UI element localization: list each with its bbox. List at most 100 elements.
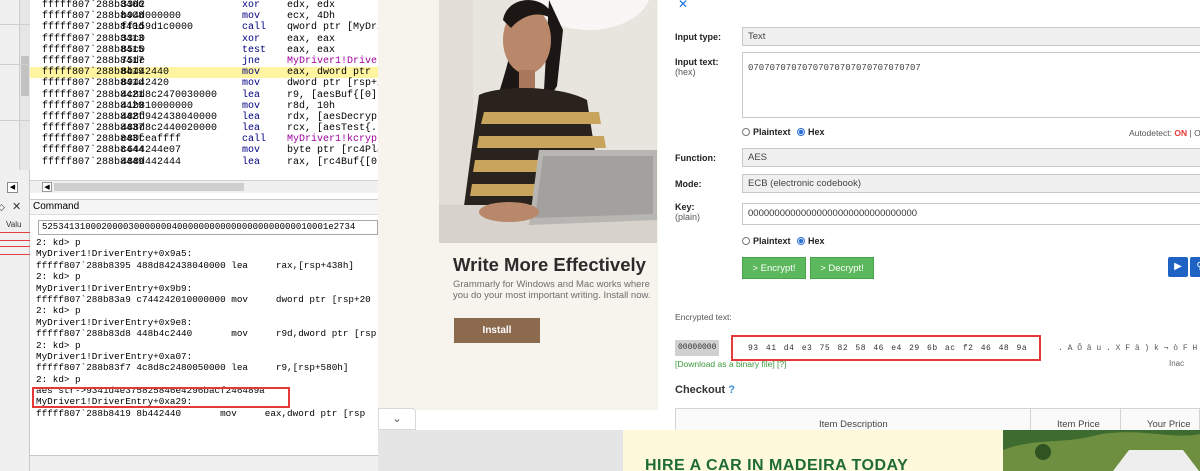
plaintext-radio[interactable] bbox=[742, 237, 750, 245]
output-line: MyDriver1!DriverEntry+0x9a5: bbox=[36, 248, 193, 260]
car-hire-banner[interactable]: HIRE A CAR IN MADEIRA TODAY bbox=[623, 430, 1200, 471]
disasm-bytes: b94d000000 bbox=[121, 11, 182, 23]
disasm-row[interactable]: fffff807`288b8415 85c0 test eax, eax bbox=[30, 45, 378, 56]
ad-panel: Write More Effectively Grammarly for Win… bbox=[378, 0, 658, 410]
ad-subtitle: Grammarly for Windows and Mac works wher… bbox=[453, 279, 651, 301]
disasm-row[interactable]: fffff807`288b843f e80ceaffff call MyDriver1… bbox=[30, 134, 378, 145]
input-format-radios: Plaintext Hex bbox=[742, 127, 825, 137]
disasm-mnemonic: mov bbox=[242, 67, 261, 79]
command-bottom-bar bbox=[30, 455, 378, 471]
disasm-row[interactable]: fffff807`288b842f 488d942438040000 lea rdx,… bbox=[30, 112, 378, 123]
disasm-row[interactable]: fffff807`288b8437 488d8c2440020000 lea rcx,… bbox=[30, 123, 378, 134]
disasm-mnemonic: mov bbox=[242, 78, 261, 90]
disasm-row[interactable]: fffff807`288b8429 41b810000000 mov r8d, 10h bbox=[30, 101, 378, 112]
disasm-operand: r8d, 10h bbox=[287, 100, 336, 112]
aes-result-highlight bbox=[32, 387, 290, 408]
disasm-row[interactable]: fffff807`288b8421 4c8d8c2470030000 lea r9, … bbox=[30, 90, 378, 101]
disasm-mnemonic: test bbox=[242, 44, 267, 56]
disasm-mnemonic: mov bbox=[242, 100, 261, 112]
command-window-title: Command bbox=[30, 199, 378, 215]
disasm-row[interactable]: fffff807`288b8449 488d442444 lea rax, [rc4B… bbox=[30, 157, 378, 168]
disasm-mnemonic: xor bbox=[242, 33, 261, 45]
vertical-scrollbar[interactable] bbox=[19, 0, 30, 170]
autodetect[interactable]: Autodetect: ON | O bbox=[1129, 128, 1200, 138]
collapse-chevron-icon[interactable]: ⌄ bbox=[378, 408, 416, 430]
output-line: 2: kd> p bbox=[36, 271, 81, 283]
output-line: MyDriver1!DriverEntry+0x9b9: bbox=[36, 282, 193, 294]
disassembly-view[interactable]: fffff807`288b8406 33d2 xor edx, edx fffff807… bbox=[30, 0, 378, 180]
mode-select[interactable]: ECB (electronic codebook) bbox=[742, 174, 1200, 193]
disasm-row[interactable]: fffff807`288b8419 8b442440 mov eax, dword p… bbox=[30, 67, 378, 79]
play-icon[interactable]: ▶ bbox=[1168, 257, 1188, 277]
search-icon[interactable]: ⚲ bbox=[1190, 257, 1200, 277]
input-text-label: Input text: (hex) bbox=[675, 57, 719, 77]
install-button[interactable]: Install bbox=[454, 318, 540, 343]
mode-label: Mode: bbox=[675, 179, 702, 189]
disasm-operand: ecx, 4Dh bbox=[287, 11, 336, 23]
disasm-bytes: 4c8d8c2470030000 bbox=[121, 89, 218, 101]
disasm-bytes: ff159d1c0000 bbox=[121, 22, 194, 34]
encrypt-button[interactable]: > Encrypt! bbox=[742, 257, 806, 279]
disasm-mnemonic: lea bbox=[242, 89, 261, 101]
disasm-mnemonic: xor bbox=[242, 0, 261, 11]
disasm-mnemonic: call bbox=[242, 22, 267, 34]
disasm-operand: MyDriver1!kcrypt bbox=[287, 134, 378, 146]
disasm-bytes: 8b442440 bbox=[121, 67, 170, 79]
disasm-operand: edx, edx bbox=[287, 0, 336, 11]
disasm-operand: rdx, [aesDecrypt bbox=[287, 111, 378, 123]
scroll-left-icon[interactable]: ◀ bbox=[7, 182, 18, 193]
disasm-operand: byte ptr [rc4Pla bbox=[287, 145, 378, 157]
disasm-row[interactable]: fffff807`288b8408 b94d000000 mov ecx, 4Dh bbox=[30, 11, 378, 22]
encrypted-text-label: Encrypted text: bbox=[675, 312, 732, 322]
encrypted-hex-bytes: 93 41 d4 e3 75 82 58 46 e4 29 6b ac f2 4… bbox=[748, 344, 1028, 353]
hex-radio[interactable] bbox=[797, 128, 806, 136]
disasm-row[interactable]: fffff807`288b840d ff159d1c0000 call qword p… bbox=[30, 22, 378, 33]
key-input[interactable]: 00000000000000000000000000000000 bbox=[742, 203, 1200, 225]
function-select[interactable]: AES bbox=[742, 148, 1200, 167]
cipher-form: Input type: Text Input text: (hex) 07070… bbox=[664, 0, 1200, 431]
key-label: Key: (plain) bbox=[675, 202, 701, 222]
encrypted-hex-row: 00000000 93 41 d4 e3 75 82 58 46 e4 29 6… bbox=[675, 335, 1200, 361]
disasm-operand: qword ptr [MyDriv bbox=[287, 22, 378, 34]
disasm-row[interactable]: fffff807`288b8406 33d2 xor edx, edx bbox=[30, 0, 378, 11]
disasm-mnemonic: lea bbox=[242, 111, 261, 123]
disasm-operand: MyDriver1!Driver bbox=[287, 55, 378, 67]
output-line: fffff807`288b83d8 448b4c2440 mov r9d,dwo… bbox=[36, 328, 377, 340]
panel-controls: ◇ ✕ bbox=[0, 200, 22, 214]
plaintext-radio[interactable] bbox=[742, 128, 750, 136]
download-binary-link[interactable]: [Download as a binary file] [?] bbox=[675, 359, 787, 369]
col-item-price: Item Price bbox=[1057, 419, 1100, 430]
disasm-row[interactable]: fffff807`288b8417 75de jne MyDriver1!Driver bbox=[30, 56, 378, 67]
decrypt-button[interactable]: > Decrypt! bbox=[810, 257, 874, 279]
horizontal-scrollbar[interactable]: ◀ bbox=[30, 180, 378, 193]
disasm-operand: eax, eax bbox=[287, 44, 336, 56]
input-type-select[interactable]: Text bbox=[742, 27, 1200, 46]
command-input[interactable]: 5253413100020000300000004000000000000000… bbox=[38, 220, 378, 235]
scroll-left-icon[interactable]: ◀ bbox=[42, 182, 52, 192]
output-line: 2: kd> p bbox=[36, 373, 81, 385]
disasm-row[interactable]: fffff807`288b8444 c644244e07 mov byte ptr [… bbox=[30, 145, 378, 156]
banner-headline: HIRE A CAR IN MADEIRA TODAY bbox=[645, 457, 909, 471]
disasm-mnemonic: lea bbox=[242, 123, 261, 135]
encrypted-ascii: . A Ô ä u . X F ä ) k ¬ ò F H bbox=[1058, 344, 1198, 353]
inadvertent-label: Inac bbox=[1169, 359, 1185, 368]
output-line: 2: kd> p bbox=[36, 305, 81, 317]
hex-radio[interactable] bbox=[797, 237, 806, 245]
disasm-operand: dword ptr [rsp+2 bbox=[287, 78, 378, 90]
key-format-radios: Plaintext Hex bbox=[742, 236, 825, 246]
value-column-header: Valu bbox=[6, 220, 22, 229]
disasm-row[interactable]: fffff807`288b841d 89442420 mov dword ptr [r… bbox=[30, 78, 378, 89]
disasm-bytes: 33c0 bbox=[121, 33, 146, 45]
output-line: MyDriver1!DriverEntry+0x9e8: bbox=[36, 316, 193, 328]
changed-value-row bbox=[0, 232, 30, 241]
disasm-row[interactable]: fffff807`288b8413 33c0 xor eax, eax bbox=[30, 34, 378, 45]
disasm-bytes: e80ceaffff bbox=[121, 134, 182, 146]
disasm-operand: rcx, [aesTest{. bbox=[287, 123, 378, 135]
input-type-label: Input type: bbox=[675, 32, 721, 42]
input-text-area[interactable]: 07070707070707070707070707070707 bbox=[742, 52, 1200, 118]
disasm-bytes: 488d942438040000 bbox=[121, 111, 218, 123]
disasm-operand: r9, [aesBuf{[0] bbox=[287, 89, 378, 101]
disasm-bytes: 89442420 bbox=[121, 78, 170, 90]
col-item-description: Item Description bbox=[819, 419, 888, 430]
close-icon[interactable]: ✕ bbox=[12, 200, 21, 214]
